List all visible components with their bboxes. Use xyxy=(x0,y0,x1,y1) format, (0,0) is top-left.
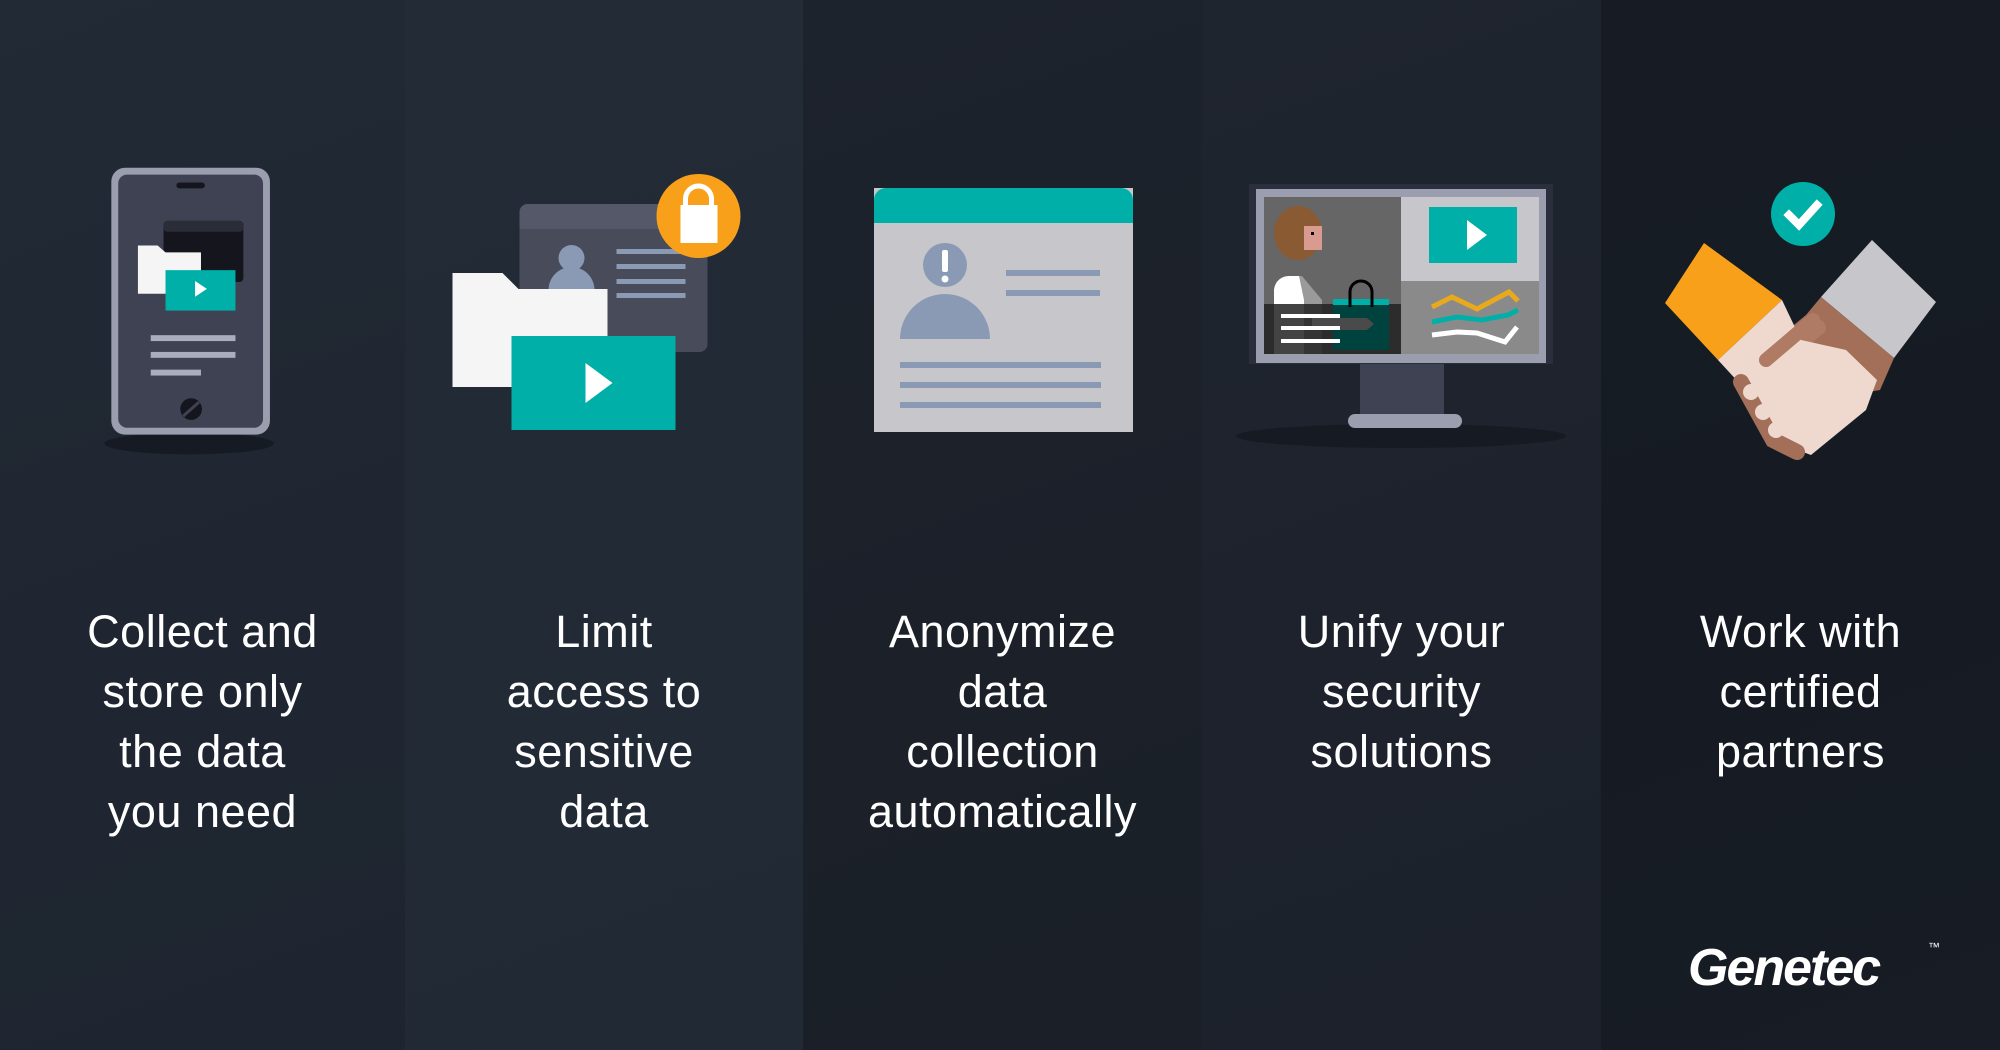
infographic: Collect and store only the data you need xyxy=(0,0,2000,1050)
handshake-check-icon xyxy=(1665,182,1936,460)
caption-line: certified xyxy=(1719,666,1882,717)
caption-unify-security: Unify your security solutions xyxy=(1202,602,1601,782)
caption-line: Anonymize xyxy=(888,606,1117,657)
caption-line: collection xyxy=(906,726,1099,777)
locked-files-icon xyxy=(452,174,741,430)
genetec-logo: Genetec xyxy=(1688,939,1881,997)
caption-line: data xyxy=(559,786,649,837)
column-anonymize: Anonymize data collection automatically xyxy=(803,0,1202,1050)
caption-line: data xyxy=(957,666,1048,717)
column-unify-security: Unify your security solutions xyxy=(1202,0,1601,1050)
caption-collect-data: Collect and store only the data you need xyxy=(0,602,405,842)
anonymized-profile-icon xyxy=(874,188,1133,432)
caption-line: Collect and xyxy=(87,606,318,657)
trademark-symbol: ™ xyxy=(1928,940,1940,954)
column-certified-partners: Work with certified partners xyxy=(1601,0,2000,1050)
caption-line: Work with xyxy=(1699,606,1902,657)
caption-line: access to xyxy=(506,666,702,717)
caption-line: store only xyxy=(102,666,303,717)
caption-line: Limit xyxy=(555,606,653,657)
caption-limit-access: Limit access to sensitive data xyxy=(405,602,803,842)
caption-line: sensitive xyxy=(514,726,694,777)
caption-certified-partners: Work with certified partners xyxy=(1601,602,2000,782)
caption-anonymize: Anonymize data collection automatically xyxy=(803,602,1202,842)
caption-line: the data xyxy=(119,726,286,777)
caption-line: you need xyxy=(107,786,298,837)
security-monitor-icon xyxy=(1236,184,1566,448)
caption-line: solutions xyxy=(1310,726,1493,777)
column-limit-access: Limit access to sensitive data xyxy=(405,0,803,1050)
column-collect-data: Collect and store only the data you need xyxy=(0,0,405,1050)
smartphone-media-icon xyxy=(104,167,274,455)
caption-line: Unify your xyxy=(1297,606,1506,657)
caption-line: automatically xyxy=(867,786,1138,837)
caption-line: partners xyxy=(1715,726,1886,777)
caption-line: security xyxy=(1321,666,1482,717)
